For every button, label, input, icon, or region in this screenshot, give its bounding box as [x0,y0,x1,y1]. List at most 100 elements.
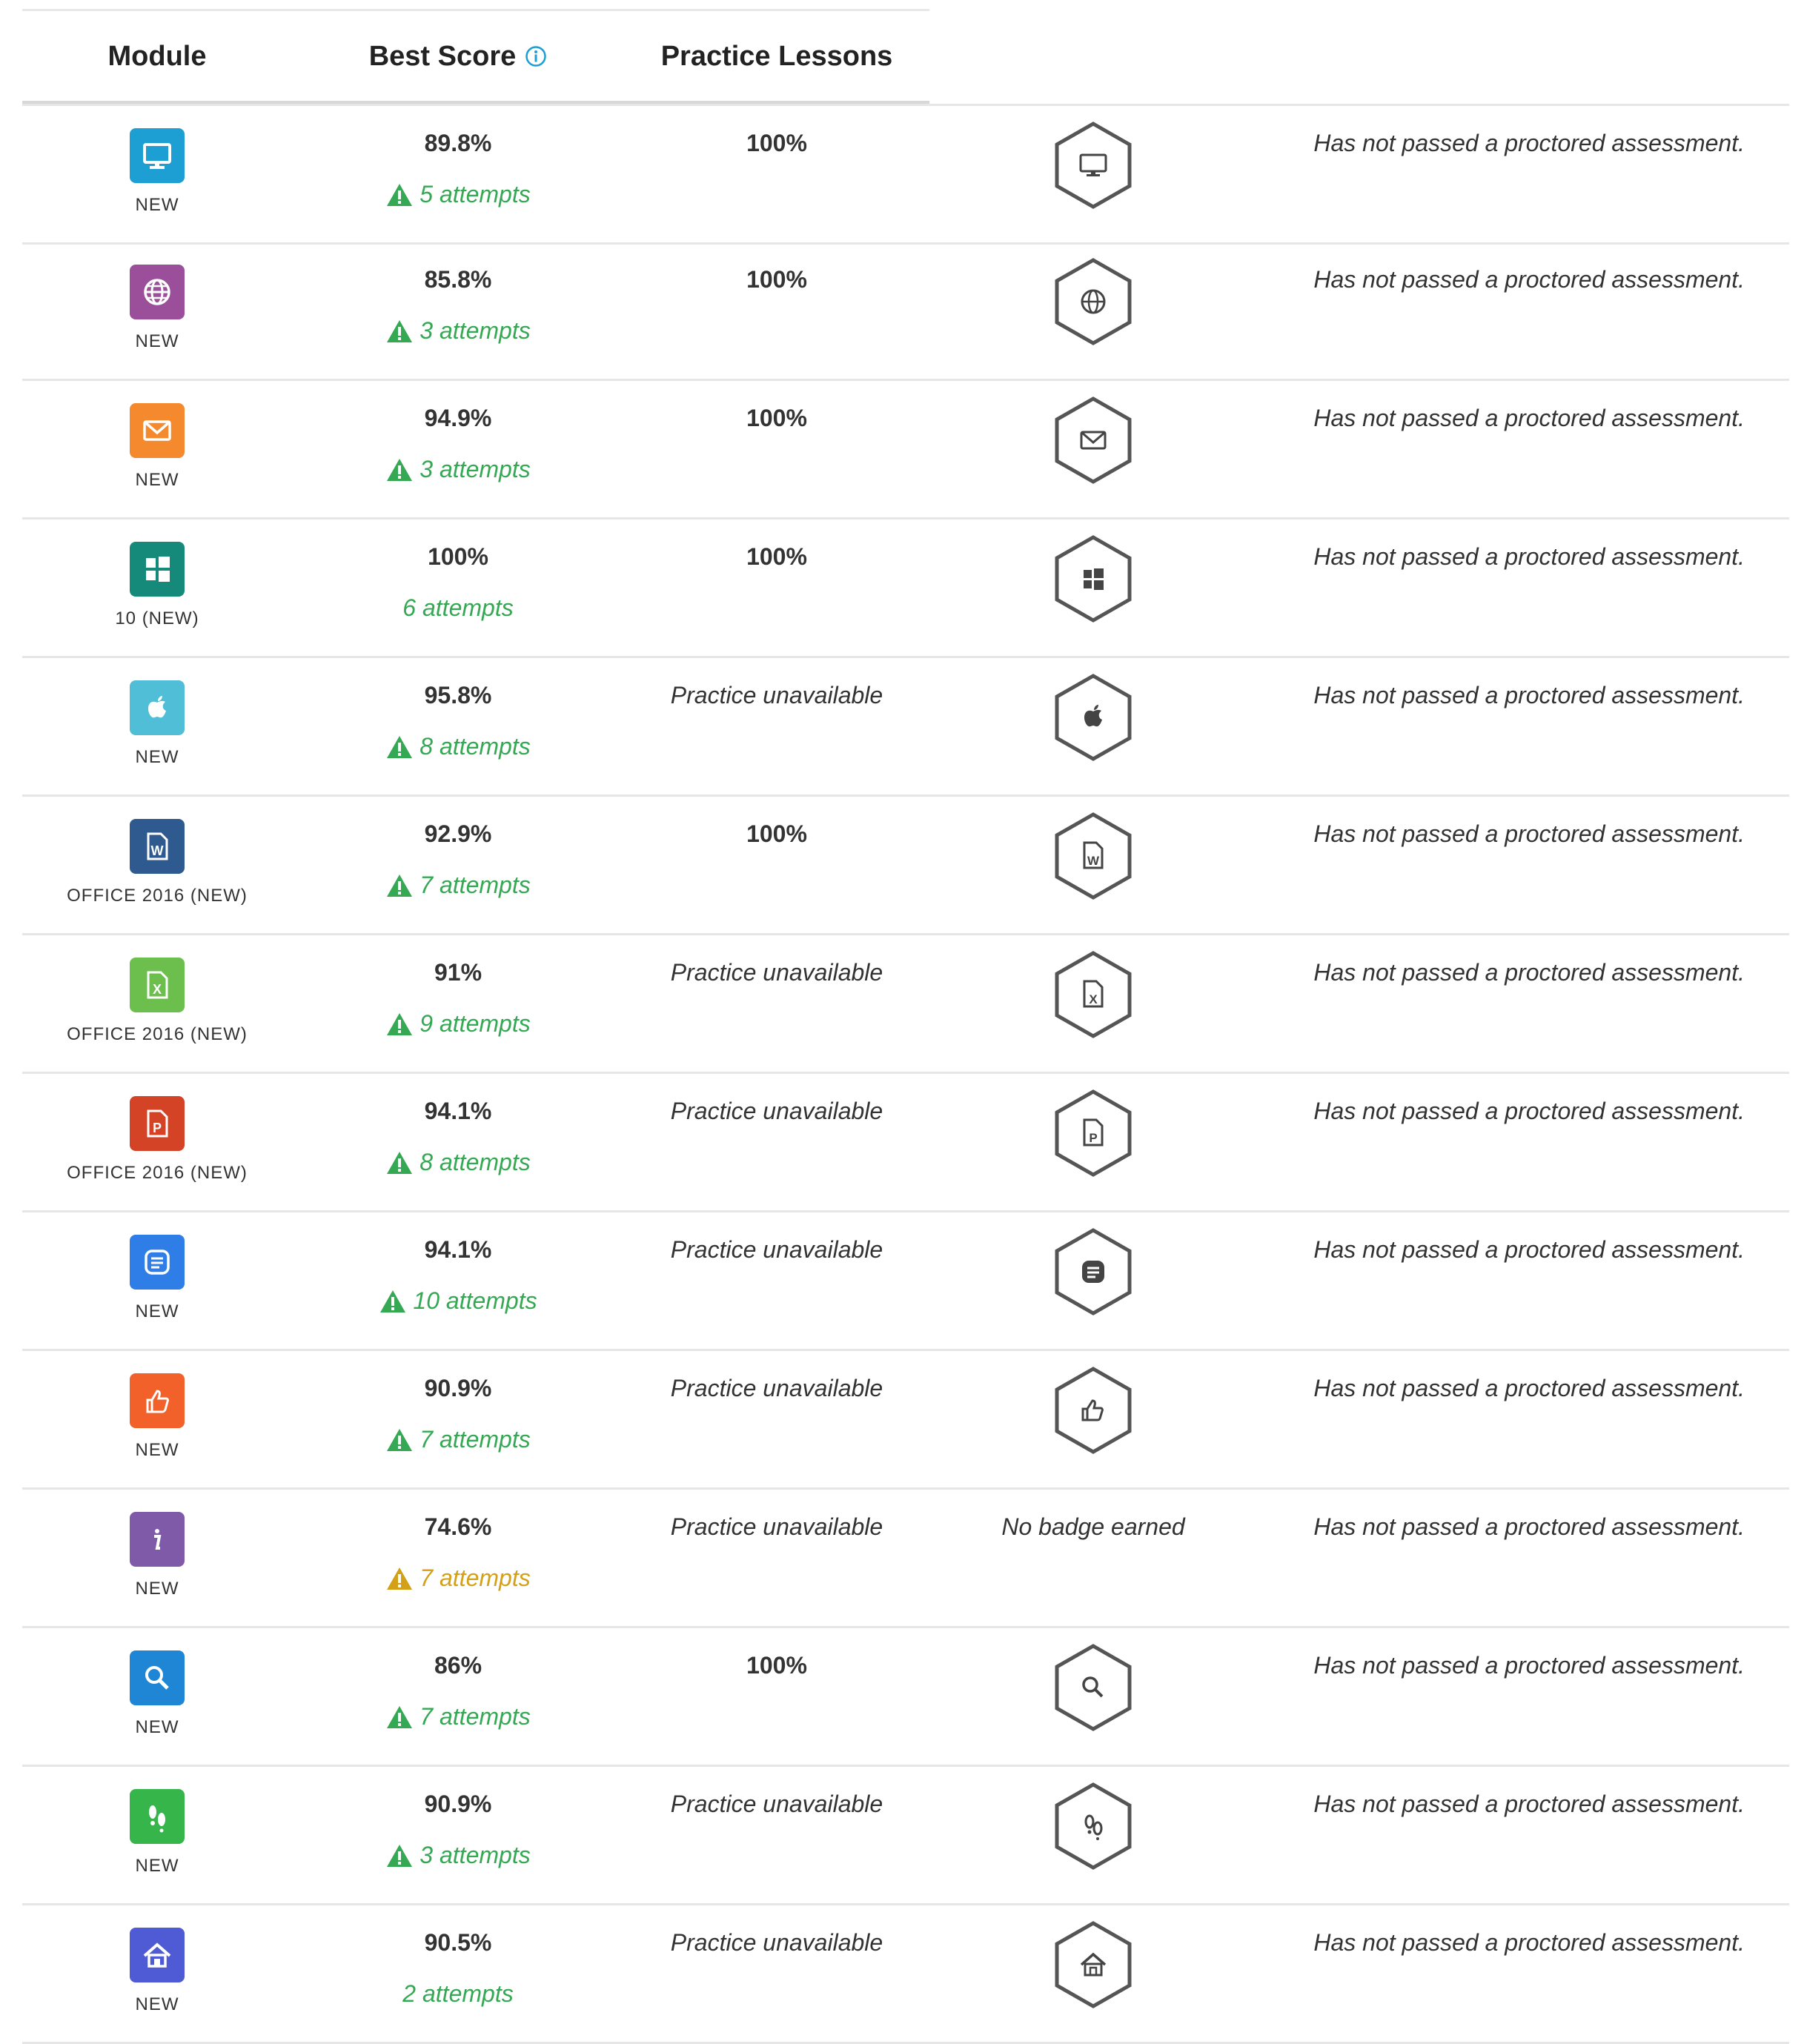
best-score-cell: 90.5% 2 attempts [292,1905,624,2042]
attempts-count[interactable]: 3 attempts [292,456,624,483]
assessment-status: Has not passed a proctored assessment. [1313,682,1745,709]
globe-icon[interactable] [130,265,185,319]
attempts-label: 7 attempts [420,1703,531,1730]
module-cell: NEW [22,1905,292,2042]
module-cell: 10 (NEW) [22,520,292,656]
windows-icon[interactable] [130,542,185,597]
table-row[interactable]: NEW 85.8% 3 attempts 100% Has not passed… [22,242,1789,381]
svg-text:X: X [153,982,162,997]
best-score-value: 94.1% [424,1098,492,1124]
warning-triangle-icon [387,183,413,206]
attempts-count[interactable]: 9 attempts [292,1010,624,1038]
table-row[interactable]: NEW 74.6% 7 attempts Practice unavailabl… [22,1490,1789,1628]
attempts-count[interactable]: 7 attempts [292,1703,624,1731]
table-row[interactable]: NEW 95.8% 8 attempts Practice unavailabl… [22,658,1789,797]
best-score-value: 92.9% [424,820,492,847]
badge-cell [929,381,1257,517]
best-score-value: 91% [434,959,482,986]
best-score-cell: 74.6% 7 attempts [292,1490,624,1626]
attempts-count[interactable]: 10 attempts [292,1287,624,1315]
assessment-status: Has not passed a proctored assessment. [1313,1513,1745,1540]
practice-cell: Practice unavailable [624,935,929,1072]
monitor-icon[interactable] [130,128,185,183]
attempts-count[interactable]: 7 attempts [292,872,624,899]
footprints-icon[interactable] [130,1789,185,1844]
module-label: NEW [135,1579,179,1599]
status-cell: Has not passed a proctored assessment. [1257,1767,1789,1903]
windows-badge-icon [1055,535,1132,623]
best-score-cell: 95.8% 8 attempts [292,658,624,794]
table-row[interactable]: NEW 89.8% 5 attempts 100% Has not passed… [22,104,1789,245]
table-row[interactable]: NEW 86% 7 attempts 100% Has not passed a… [22,1628,1789,1767]
attempts-count[interactable]: 7 attempts [292,1426,624,1453]
best-score-cell: 90.9% 3 attempts [292,1767,624,1903]
attempts-count[interactable]: 6 attempts [292,594,624,622]
svg-text:W: W [151,843,164,858]
module-cell: NEW [22,1767,292,1903]
warning-triangle-icon [380,1290,406,1313]
table-row[interactable]: 10 (NEW) 100% 6 attempts 100% Has not pa… [22,520,1789,658]
mail-icon[interactable] [130,403,185,458]
practice-value: Practice unavailable [670,682,883,709]
apple-icon[interactable] [130,680,185,735]
table-row[interactable]: P OFFICE 2016 (NEW) 94.1% 8 attempts Pra… [22,1074,1789,1212]
excel-icon[interactable]: X [130,958,185,1012]
assessment-status: Has not passed a proctored assessment. [1313,820,1745,847]
badge-cell [929,1351,1257,1487]
magnifier-icon[interactable] [130,1650,185,1705]
best-score-value: 89.8% [424,130,492,156]
best-score-value: 90.5% [424,1929,492,1956]
info-icon[interactable] [130,1512,185,1567]
attempts-count[interactable]: 2 attempts [292,1980,624,2008]
best-score-cell: 85.8% 3 attempts [292,242,624,379]
practice-value: 100% [746,266,807,293]
assessment-status: Has not passed a proctored assessment. [1313,1375,1745,1401]
attempts-count[interactable]: 3 attempts [292,1842,624,1869]
attempts-count[interactable]: 7 attempts [292,1564,624,1592]
badge-cell [929,106,1257,242]
module-label: NEW [135,470,179,490]
status-cell: Has not passed a proctored assessment. [1257,1628,1789,1765]
practice-value: Practice unavailable [670,1098,883,1124]
attempts-count[interactable]: 5 attempts [292,181,624,208]
best-score-cell: 86% 7 attempts [292,1628,624,1765]
thumbs-up-badge-icon [1055,1367,1132,1454]
practice-value: 100% [746,820,807,847]
module-label: NEW [135,1301,179,1321]
home-icon[interactable] [130,1928,185,1982]
module-label: OFFICE 2016 (NEW) [67,1024,248,1044]
practice-cell: 100% [624,381,929,517]
status-cell: Has not passed a proctored assessment. [1257,1212,1789,1349]
table-row[interactable]: X OFFICE 2016 (NEW) 91% 9 attempts Pract… [22,935,1789,1074]
document-icon[interactable] [130,1235,185,1290]
table-row[interactable]: NEW 94.9% 3 attempts 100% Has not passed… [22,381,1789,520]
module-label: NEW [135,1717,179,1737]
practice-value: Practice unavailable [670,1513,883,1540]
attempts-count[interactable]: 8 attempts [292,1149,624,1176]
thumbs-up-icon[interactable] [130,1373,185,1428]
module-cell: NEW [22,658,292,794]
table-row[interactable]: NEW 90.5% 2 attempts Practice unavailabl… [22,1905,1789,2044]
attempts-label: 7 attempts [420,872,531,898]
word-icon[interactable]: W [130,819,185,874]
table-row[interactable]: NEW 90.9% 7 attempts Practice unavailabl… [22,1351,1789,1490]
table-row[interactable]: NEW 94.1% 10 attempts Practice unavailab… [22,1212,1789,1351]
table-row[interactable]: NEW 90.9% 3 attempts Practice unavailabl… [22,1767,1789,1905]
attempts-label: 8 attempts [420,733,531,760]
best-score-value: 86% [434,1652,482,1679]
assessment-status: Has not passed a proctored assessment. [1313,130,1745,156]
powerpoint-icon[interactable]: P [130,1096,185,1151]
attempts-label: 8 attempts [420,1149,531,1175]
assessment-status: Has not passed a proctored assessment. [1313,266,1745,293]
attempts-count[interactable]: 8 attempts [292,733,624,760]
mail-badge-icon [1055,396,1132,484]
excel-badge-icon: X [1055,951,1132,1038]
practice-value: Practice unavailable [670,1929,883,1956]
attempts-count[interactable]: 3 attempts [292,317,624,345]
warning-triangle-icon [387,1151,413,1174]
attempts-label: 3 attempts [420,317,531,344]
apple-badge-icon [1055,674,1132,761]
info-circle-icon[interactable] [525,45,547,67]
table-row[interactable]: W OFFICE 2016 (NEW) 92.9% 7 attempts 100… [22,797,1789,935]
warning-triangle-icon [387,1844,413,1867]
